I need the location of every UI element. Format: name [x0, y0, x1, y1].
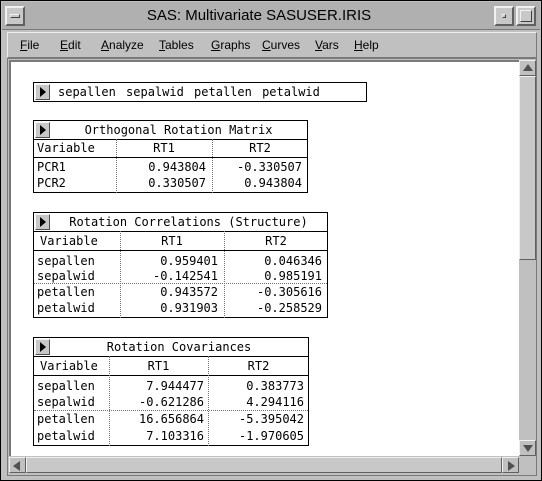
triangle-right-icon	[40, 125, 46, 135]
table-cell: 0.046346	[264, 254, 322, 268]
table-cell: PCR2	[37, 176, 66, 190]
table-cell: 0.931903	[160, 301, 218, 315]
arrow-down-icon	[523, 445, 533, 452]
scroll-right-button[interactable]	[502, 457, 519, 473]
sas-window: SAS: Multivariate SASUSER.IRIS File Edit…	[0, 0, 542, 481]
arrow-right-icon	[508, 461, 515, 471]
row-divider	[34, 410, 308, 411]
scroll-down-button[interactable]	[519, 440, 536, 456]
scrollbar-corner	[519, 456, 536, 474]
column-header: RT2	[247, 359, 270, 373]
variable-list-box: sepallen sepalwid petallen petalwid	[33, 82, 367, 102]
table-cell: 7.103316	[146, 429, 204, 443]
table-cell: sepalwid	[37, 269, 95, 283]
minimize-icon	[502, 14, 506, 18]
column-header: Variable	[40, 359, 98, 373]
table-cell: petalwid	[37, 429, 95, 443]
divider	[34, 250, 327, 251]
correlations-table-menu-button[interactable]	[35, 214, 50, 230]
window-menu-icon	[10, 14, 20, 18]
maximize-icon	[520, 10, 532, 22]
column-header: Variable	[37, 141, 95, 155]
variable-list-menu-button[interactable]	[35, 84, 50, 100]
table-cell: 7.944477	[146, 379, 204, 393]
window-title: SAS: Multivariate SASUSER.IRIS	[146, 7, 372, 24]
divider	[34, 157, 307, 158]
table-cell: sepallen	[37, 379, 95, 393]
table-cell: -0.330507	[236, 160, 302, 174]
table-cell: 0.383773	[246, 379, 304, 393]
table-cell: 0.985191	[264, 269, 322, 283]
column-header: Variable	[40, 234, 98, 248]
table-title: Rotation Correlations (Structure)	[69, 215, 308, 229]
minimize-button[interactable]	[494, 6, 514, 26]
variable-list-text: sepallen sepalwid petallen petalwid	[58, 85, 320, 99]
column-header: RT1	[161, 234, 183, 248]
column-header: RT2	[249, 141, 271, 155]
orthogonal-table-menu-button[interactable]	[35, 122, 50, 138]
divider	[34, 356, 308, 357]
menu-analyze[interactable]: Analyze	[101, 38, 144, 52]
table-cell: petallen	[37, 412, 95, 426]
menu-edit[interactable]: Edit	[60, 38, 81, 52]
triangle-right-icon	[40, 342, 46, 352]
divider	[34, 375, 308, 376]
table-cell: -1.970605	[238, 429, 304, 443]
menu-tables[interactable]: Tables	[159, 38, 194, 52]
rotation-correlations-table: Rotation Correlations (Structure) Variab…	[33, 212, 328, 318]
arrow-left-icon	[13, 461, 20, 471]
rotation-covariances-table: Rotation Covariances Variable RT1 RT2 se…	[33, 337, 309, 446]
table-cell: -0.142541	[152, 269, 218, 283]
vertical-scrollbar[interactable]	[519, 60, 536, 456]
column-header: RT1	[153, 141, 175, 155]
table-cell: -0.305616	[256, 285, 322, 299]
table-cell: 16.656864	[138, 412, 204, 426]
triangle-right-icon	[40, 87, 46, 97]
arrow-up-icon	[523, 64, 533, 71]
table-cell: 0.943804	[244, 176, 302, 190]
table-cell: 0.959401	[160, 254, 218, 268]
column-header: RT1	[147, 359, 170, 373]
scroll-left-button[interactable]	[9, 457, 26, 473]
menu-graphs[interactable]: Graphs	[211, 38, 250, 52]
output-viewport: sepallen sepalwid petallen petalwid Orth…	[9, 60, 519, 456]
menu-curves[interactable]: Curves	[262, 38, 300, 52]
output-pane: sepallen sepalwid petallen petalwid Orth…	[7, 58, 537, 476]
row-divider	[34, 283, 327, 284]
table-cell: -0.258529	[256, 301, 322, 315]
divider	[34, 139, 307, 140]
table-cell: 0.330507	[148, 176, 206, 190]
table-title: Rotation Covariances	[106, 340, 252, 354]
orthogonal-rotation-matrix-table: Orthogonal Rotation Matrix Variable RT1 …	[33, 120, 308, 193]
table-cell: 0.943804	[148, 160, 206, 174]
table-cell: -5.395042	[238, 412, 304, 426]
table-cell: PCR1	[37, 160, 66, 174]
menu-help[interactable]: Help	[354, 38, 379, 52]
table-cell: petallen	[37, 285, 95, 299]
horizontal-scroll-thumb[interactable]	[26, 457, 502, 473]
covariances-table-menu-button[interactable]	[35, 339, 50, 355]
table-cell: sepallen	[37, 254, 95, 268]
table-title: Orthogonal Rotation Matrix	[84, 123, 273, 137]
table-cell: 0.943572	[160, 285, 218, 299]
column-header: RT2	[265, 234, 287, 248]
table-cell: 4.294116	[246, 395, 304, 409]
divider	[34, 231, 327, 232]
menu-vars[interactable]: Vars	[315, 38, 339, 52]
window-menu-button[interactable]	[5, 6, 25, 26]
horizontal-scrollbar[interactable]	[9, 456, 519, 474]
maximize-button[interactable]	[516, 6, 536, 26]
menu-file[interactable]: File	[20, 38, 39, 52]
triangle-right-icon	[40, 217, 46, 227]
scroll-up-button[interactable]	[519, 60, 536, 76]
table-cell: petalwid	[37, 301, 95, 315]
vertical-scroll-thumb[interactable]	[519, 76, 536, 260]
table-cell: sepalwid	[37, 395, 95, 409]
table-cell: -0.621286	[138, 395, 204, 409]
title-bar[interactable]: SAS: Multivariate SASUSER.IRIS	[2, 2, 540, 30]
menu-bar: File Edit Analyze Tables Graphs Curves V…	[7, 32, 537, 58]
